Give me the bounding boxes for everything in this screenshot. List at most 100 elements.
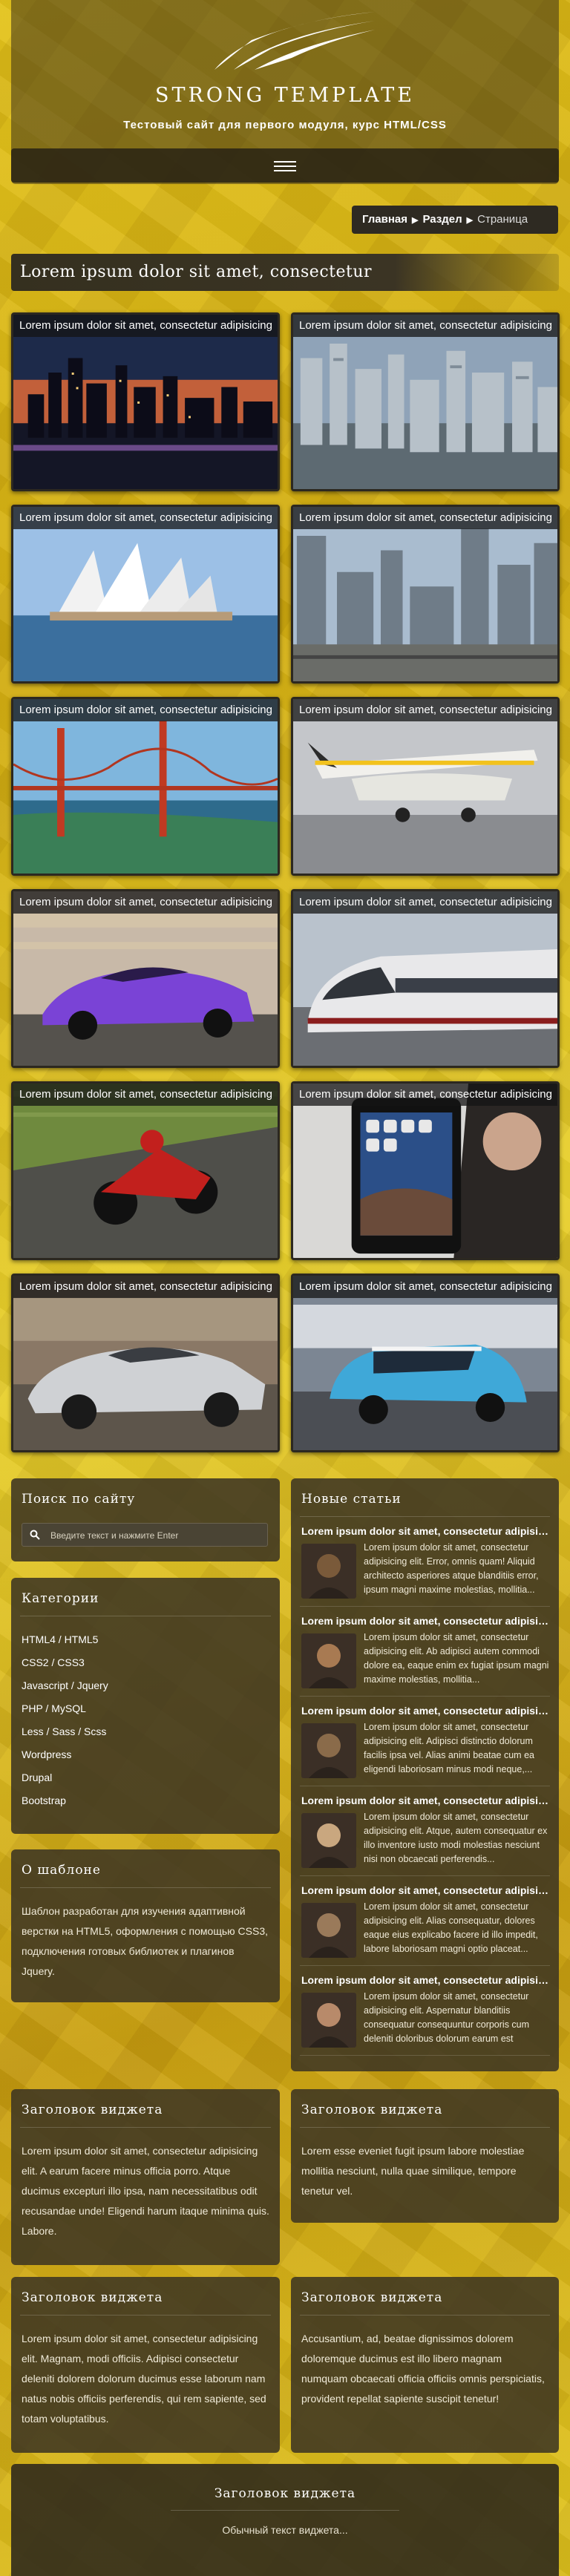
widget-title: Заголовок виджета — [301, 2103, 443, 2117]
gallery-item[interactable]: Lorem ipsum dolor sit amet, consectetur … — [291, 505, 560, 684]
divider — [171, 2510, 399, 2511]
article-thumbnail[interactable] — [301, 1633, 356, 1688]
gallery-caption: Lorem ipsum dolor sit amet, consectetur … — [293, 507, 557, 529]
gallery-item[interactable]: Lorem ipsum dolor sit amet, consectetur … — [11, 1274, 280, 1452]
page-title: Lorem ipsum dolor sit amet, consectetur — [20, 263, 373, 281]
article-title[interactable]: Lorem ipsum dolor sit amet, consectetur … — [291, 1697, 559, 1719]
article-excerpt: Lorem ipsum dolor sit amet, consectetur … — [364, 1991, 530, 2044]
article-item[interactable]: Lorem ipsum dolor sit amet, consectetur … — [291, 1966, 559, 2056]
new-articles-widget: Новые статьи Lorem ipsum dolor sit amet,… — [291, 1478, 559, 2071]
category-link[interactable]: Less / Sass / Scss — [22, 1720, 280, 1743]
gallery-item[interactable]: Lorem ipsum dolor sit amet, consectetur … — [291, 1274, 560, 1452]
gallery-item[interactable]: Lorem ipsum dolor sit amet, consectetur … — [291, 1081, 560, 1260]
gallery-caption: Lorem ipsum dolor sit amet, consectetur … — [13, 699, 278, 721]
search-input[interactable] — [49, 1524, 260, 1547]
main-menu-bar — [11, 148, 559, 183]
gallery-caption: Lorem ipsum dolor sit amet, consectetur … — [13, 507, 278, 529]
search-widget-title: Поиск по сайту — [22, 1492, 136, 1507]
article-thumbnail[interactable] — [301, 1903, 356, 1958]
gallery-item[interactable]: Lorem ipsum dolor sit amet, consectetur … — [11, 697, 280, 876]
gallery-caption: Lorem ipsum dolor sit amet, consectetur … — [13, 315, 278, 337]
article-title[interactable]: Lorem ipsum dolor sit amet, consectetur … — [291, 1786, 559, 1809]
gallery-image — [13, 507, 278, 681]
gallery-item[interactable]: Lorem ipsum dolor sit amet, consectetur … — [11, 1081, 280, 1260]
categories-title: Категории — [22, 1591, 99, 1606]
article-item[interactable]: Lorem ipsum dolor sit amet, consectetur … — [291, 1607, 559, 1697]
gallery-image — [293, 891, 557, 1066]
gallery-image — [13, 1276, 278, 1450]
chevron-right-icon: ▶ — [466, 216, 474, 225]
gallery-caption: Lorem ipsum dolor sit amet, consectetur … — [13, 1084, 278, 1106]
article-thumbnail[interactable] — [301, 1993, 356, 2048]
gallery-item[interactable]: Lorem ipsum dolor sit amet, consectetur … — [11, 505, 280, 684]
article-item[interactable]: Lorem ipsum dolor sit amet, consectetur … — [291, 1517, 559, 1607]
widget-1: Заголовок виджета Lorem ipsum dolor sit … — [11, 2089, 280, 2265]
category-link[interactable]: PHP / MySQL — [22, 1697, 280, 1720]
logo-icon[interactable] — [200, 10, 375, 71]
gallery-item[interactable]: Lorem ipsum dolor sit amet, consectetur … — [11, 889, 280, 1068]
gallery-image — [293, 699, 557, 874]
site-header: STRONG TEMPLATE Тестовый сайт для первог… — [11, 0, 559, 184]
widget-text: Lorem ipsum dolor sit amet, consectetur … — [22, 2333, 266, 2425]
gallery-caption: Lorem ipsum dolor sit amet, consectetur … — [293, 891, 557, 914]
breadcrumb-home[interactable]: Главная — [362, 213, 407, 226]
search-widget: Поиск по сайту — [11, 1478, 280, 1561]
widget-title: Заголовок виджета — [301, 2290, 443, 2305]
article-thumbnail[interactable] — [301, 1544, 356, 1599]
article-excerpt: Lorem ipsum dolor sit amet, consectetur … — [364, 1812, 548, 1864]
gallery-item[interactable]: Lorem ipsum dolor sit amet, consectetur … — [291, 697, 560, 876]
breadcrumb: Главная ▶ Раздел ▶ Страница — [352, 206, 558, 234]
article-item[interactable]: Lorem ipsum dolor sit amet, consectetur … — [291, 1697, 559, 1786]
widget-title: Заголовок виджета — [22, 2103, 163, 2117]
gallery-caption: Lorem ipsum dolor sit amet, consectetur … — [293, 315, 557, 337]
category-link[interactable]: Bootstrap — [22, 1789, 280, 1812]
article-title[interactable]: Lorem ipsum dolor sit amet, consectetur … — [291, 1607, 559, 1629]
breadcrumb-section[interactable]: Раздел — [422, 213, 462, 226]
widget-4: Заголовок виджета Accusantium, ad, beata… — [291, 2277, 559, 2453]
article-item[interactable]: Lorem ipsum dolor sit amet, consectetur … — [291, 1786, 559, 1876]
categories-widget: Категории HTML4 / HTML5 CSS2 / CSS3 Javasc… — [11, 1578, 280, 1834]
category-link[interactable]: Wordpress — [22, 1743, 280, 1766]
hamburger-menu-icon[interactable] — [274, 158, 296, 173]
divider — [300, 2055, 550, 2056]
about-title: О шаблоне — [22, 1863, 101, 1878]
gallery-item[interactable]: Lorem ipsum dolor sit amet, consectetur … — [291, 312, 560, 491]
gallery-caption: Lorem ipsum dolor sit amet, consectetur … — [293, 1276, 557, 1298]
article-excerpt: Lorem ipsum dolor sit amet, consectetur … — [364, 1722, 534, 1774]
gallery-image — [13, 315, 278, 489]
search-icon — [30, 1530, 40, 1540]
category-link[interactable]: Javascript / Jquery — [22, 1674, 280, 1697]
article-item[interactable]: Lorem ipsum dolor sit amet, consectetur … — [291, 1876, 559, 1966]
article-title[interactable]: Lorem ipsum dolor sit amet, consectetur … — [291, 1966, 559, 1988]
category-link[interactable]: Drupal — [22, 1766, 280, 1789]
article-excerpt: Lorem ipsum dolor sit amet, consectetur … — [364, 1901, 538, 1954]
widget-text: Lorem ipsum dolor sit amet, consectetur … — [22, 2145, 269, 2237]
article-title[interactable]: Lorem ipsum dolor sit amet, consectetur … — [291, 1517, 559, 1539]
gallery-image — [293, 315, 557, 489]
widget-text: Lorem esse eveniet fugit ipsum labore mo… — [301, 2145, 525, 2197]
article-title[interactable]: Lorem ipsum dolor sit amet, consectetur … — [291, 1876, 559, 1898]
category-link[interactable]: HTML4 / HTML5 — [22, 1628, 280, 1651]
article-thumbnail[interactable] — [301, 1723, 356, 1778]
category-link[interactable]: CSS2 / CSS3 — [22, 1651, 280, 1674]
gallery-caption: Lorem ipsum dolor sit amet, consectetur … — [293, 699, 557, 721]
search-field[interactable] — [22, 1523, 268, 1547]
footer-title: Заголовок виджета — [214, 2486, 356, 2501]
chevron-right-icon: ▶ — [412, 216, 419, 225]
gallery-image — [13, 699, 278, 874]
widget-text: Accusantium, ad, beatae dignissimos dolo… — [301, 2333, 545, 2405]
gallery-image — [13, 891, 278, 1066]
article-thumbnail[interactable] — [301, 1813, 356, 1868]
articles-list: Lorem ipsum dolor sit amet, consectetur … — [291, 1517, 559, 2056]
article-excerpt: Lorem ipsum dolor sit amet, consectetur … — [364, 1632, 549, 1685]
gallery-item[interactable]: Lorem ipsum dolor sit amet, consectetur … — [11, 312, 280, 491]
gallery-caption: Lorem ipsum dolor sit amet, consectetur … — [13, 1276, 278, 1298]
gallery-image — [293, 1276, 557, 1450]
gallery-item[interactable]: Lorem ipsum dolor sit amet, consectetur … — [291, 889, 560, 1068]
gallery-caption: Lorem ipsum dolor sit amet, consectetur … — [293, 1084, 557, 1106]
widget-3: Заголовок виджета Lorem ipsum dolor sit … — [11, 2277, 280, 2453]
site-title[interactable]: STRONG TEMPLATE — [11, 84, 559, 107]
gallery-image — [293, 1084, 557, 1258]
categories-list: HTML4 / HTML5 CSS2 / CSS3 Javascript / Jqu… — [11, 1616, 280, 1812]
widget-2: Заголовок виджета Lorem esse eveniet fug… — [291, 2089, 559, 2223]
